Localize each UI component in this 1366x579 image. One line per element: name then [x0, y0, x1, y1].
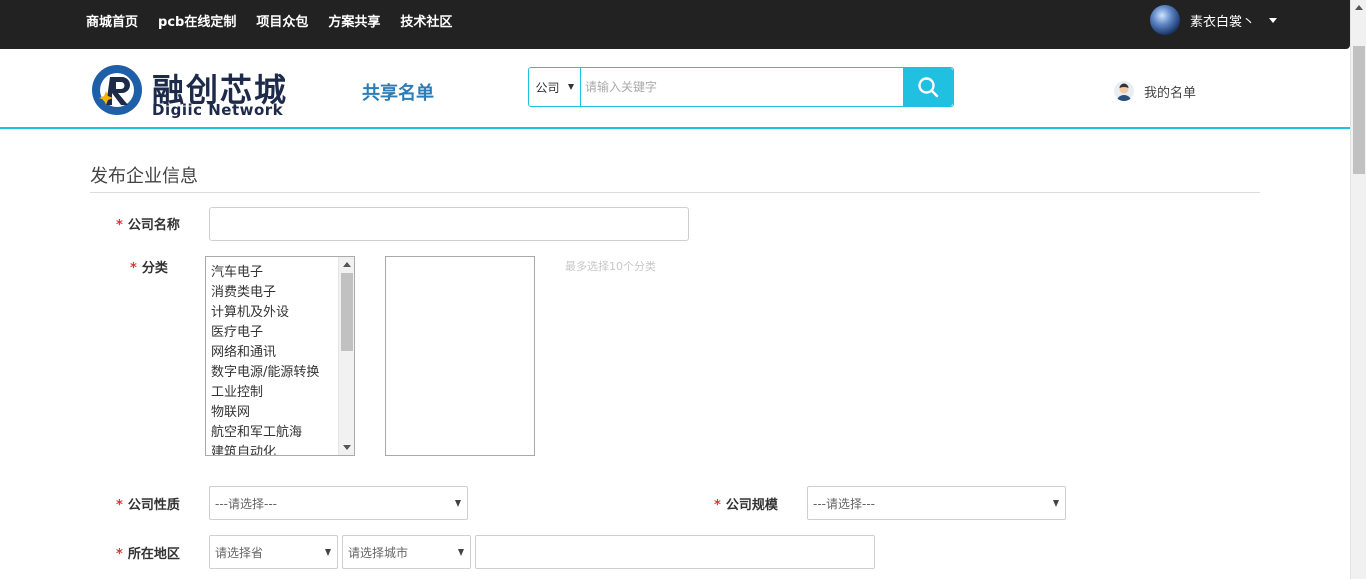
category-option[interactable]: 物联网: [211, 403, 319, 423]
page-title: 发布企业信息: [90, 166, 198, 187]
category-option[interactable]: 网络和通讯: [211, 343, 319, 363]
company-nature-label: * 公司性质: [116, 494, 180, 513]
company-name-input[interactable]: [209, 207, 689, 241]
company-name-label: * 公司名称: [116, 214, 180, 233]
required-mark: *: [130, 261, 137, 276]
category-option[interactable]: 工业控制: [211, 383, 319, 403]
search-icon: [918, 77, 939, 98]
share-list-title[interactable]: 共享名单: [362, 79, 434, 105]
page-scrollbar[interactable]: [1350, 0, 1366, 579]
avatar[interactable]: [1150, 5, 1180, 35]
search-scope-select[interactable]: 公司: [529, 68, 581, 106]
required-mark: *: [116, 218, 123, 233]
company-scale-label-text: 公司规模: [725, 498, 778, 513]
my-list-link[interactable]: 我的名单: [1114, 81, 1196, 101]
category-options: 汽车电子 消费类电子 计算机及外设 医疗电子 网络和通讯 数字电源/能源转换 工…: [211, 263, 319, 455]
scroll-down-arrow-icon[interactable]: [343, 445, 351, 450]
category-option[interactable]: 航空和军工航海: [211, 423, 319, 443]
top-nav: 商城首页 pcb在线定制 项目众包 方案共享 技术社区: [86, 0, 472, 40]
user-avatar-icon: [1114, 81, 1134, 101]
nav-pcb-custom[interactable]: pcb在线定制: [158, 11, 236, 30]
triangle-down-icon: [458, 549, 464, 556]
logo-text-en: Digiic Network: [152, 101, 284, 119]
triangle-down-icon: [325, 549, 331, 556]
company-nature-label-text: 公司性质: [127, 498, 180, 513]
category-scrollbar-thumb[interactable]: [341, 273, 353, 351]
triangle-down-icon: [455, 500, 461, 507]
search-button[interactable]: [903, 68, 953, 106]
category-option[interactable]: 建筑自动化: [211, 443, 319, 455]
title-divider: [90, 192, 1260, 193]
caret-down-icon[interactable]: [1269, 17, 1278, 23]
city-value: 请选择城市: [348, 545, 409, 560]
category-option[interactable]: 消费类电子: [211, 283, 319, 303]
category-hint: 最多选择10个分类: [565, 260, 656, 273]
category-option[interactable]: 数字电源/能源转换: [211, 363, 319, 383]
category-option[interactable]: 汽车电子: [211, 263, 319, 283]
user-menu[interactable]: 素衣白裳丶: [1150, 5, 1278, 35]
category-label-text: 分类: [141, 261, 168, 276]
nav-mall-home[interactable]: 商城首页: [86, 11, 138, 30]
user-name[interactable]: 素衣白裳丶: [1190, 11, 1255, 30]
region-label-text: 所在地区: [127, 547, 180, 562]
search-scope-value: 公司: [535, 80, 560, 95]
category-listbox[interactable]: 汽车电子 消费类电子 计算机及外设 医疗电子 网络和通讯 数字电源/能源转换 工…: [205, 256, 355, 456]
category-option[interactable]: 计算机及外设: [211, 303, 319, 323]
logo-mark-icon: [92, 65, 142, 115]
required-mark: *: [714, 498, 721, 513]
city-select[interactable]: 请选择城市: [342, 535, 471, 569]
scroll-up-arrow-icon[interactable]: [1355, 5, 1363, 10]
category-scrollbar[interactable]: [338, 257, 354, 455]
province-select[interactable]: 请选择省: [209, 535, 338, 569]
company-nature-value: ---请选择---: [215, 496, 277, 511]
nav-project-crowdsourcing[interactable]: 项目众包: [256, 11, 308, 30]
company-name-label-text: 公司名称: [127, 218, 180, 233]
company-scale-select[interactable]: ---请选择---: [807, 486, 1066, 520]
triangle-down-icon: [1053, 500, 1059, 507]
triangle-down-icon: [567, 84, 574, 90]
nav-tech-community[interactable]: 技术社区: [400, 11, 452, 30]
scroll-up-arrow-icon[interactable]: [343, 262, 351, 267]
address-input[interactable]: [475, 535, 875, 569]
site-logo[interactable]: 融创芯城 Digiic Network: [90, 63, 305, 119]
company-scale-label: * 公司规模: [714, 494, 778, 513]
region-label: * 所在地区: [116, 543, 180, 562]
category-label: * 分类: [130, 257, 168, 276]
province-value: 请选择省: [215, 545, 264, 560]
company-nature-select[interactable]: ---请选择---: [209, 486, 468, 520]
search-box: 公司: [528, 67, 954, 107]
selected-categories-box[interactable]: [385, 256, 535, 456]
search-input[interactable]: [581, 68, 903, 106]
category-option[interactable]: 医疗电子: [211, 323, 319, 343]
my-list-label[interactable]: 我的名单: [1144, 82, 1196, 101]
company-scale-value: ---请选择---: [813, 496, 875, 511]
required-mark: *: [116, 547, 123, 562]
nav-solution-share[interactable]: 方案共享: [328, 11, 380, 30]
required-mark: *: [116, 498, 123, 513]
scrollbar-thumb[interactable]: [1353, 46, 1365, 174]
top-bar: 商城首页 pcb在线定制 项目众包 方案共享 技术社区 素衣白裳丶: [0, 0, 1350, 49]
site-header: 融创芯城 Digiic Network 共享名单 公司 我的名单: [0, 49, 1350, 129]
